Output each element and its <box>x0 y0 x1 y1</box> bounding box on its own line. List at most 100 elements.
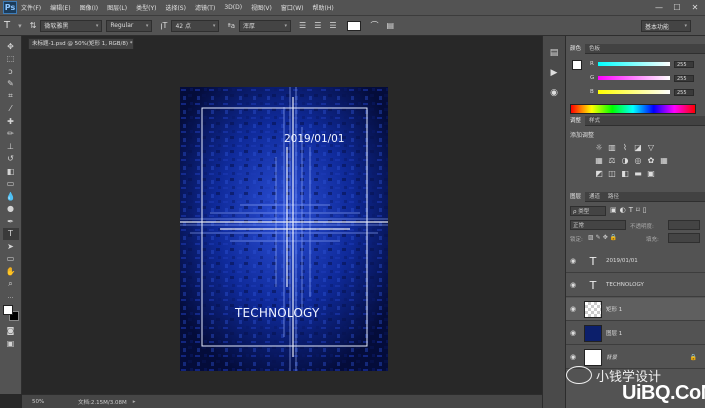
orientation-toggle-icon[interactable]: ⇅ <box>30 21 37 30</box>
align-left-icon[interactable]: ☰ <box>299 21 306 30</box>
text-tool-icon[interactable]: T <box>4 20 10 31</box>
tab-swatches[interactable]: 色板 <box>585 44 604 54</box>
dodge-tool-icon[interactable]: ● <box>3 203 19 216</box>
maximize-button[interactable]: ☐ <box>670 2 684 13</box>
dropdown-arrow-icon[interactable]: ▾ <box>18 22 22 30</box>
type-tool-icon[interactable]: T <box>2 227 19 240</box>
menu-view[interactable]: 视图(V) <box>251 3 272 12</box>
eyedropper-tool-icon[interactable]: ⁄ <box>3 103 19 116</box>
artboard[interactable]: 2019/01/01 TECHNOLOGY <box>180 87 388 371</box>
vibrance-icon[interactable]: ▽ <box>646 142 656 152</box>
rectangle-tool-icon[interactable]: ▭ <box>3 253 19 266</box>
pen-tool-icon[interactable]: ✒ <box>3 215 19 228</box>
healing-brush-tool-icon[interactable]: ✚ <box>3 115 19 128</box>
quick-select-tool-icon[interactable]: ✎ <box>3 78 19 91</box>
tab-adjustments[interactable]: 调整 <box>566 115 586 126</box>
zoom-tool-icon[interactable]: ⌕ <box>3 278 19 291</box>
green-slider-row[interactable]: G 255 <box>590 74 702 82</box>
layer-row[interactable]: ◉ 矩形 1 <box>566 298 705 321</box>
screen-mode-icon[interactable]: ▣ <box>3 337 19 350</box>
black-white-icon[interactable]: ◑ <box>620 155 630 165</box>
anti-alias-select[interactable]: 浑厚 ▾ <box>239 19 292 32</box>
layer-row[interactable]: ◉ 图层 1 <box>566 322 705 345</box>
menu-select[interactable]: 选择(S) <box>165 3 186 12</box>
red-value[interactable]: 255 <box>674 60 694 68</box>
channel-mixer-icon[interactable]: ✿ <box>646 155 656 165</box>
menu-window[interactable]: 窗口(W) <box>281 3 304 12</box>
color-balance-icon[interactable]: ⚖ <box>607 155 617 165</box>
menu-3d[interactable]: 3D(D) <box>224 4 242 11</box>
eraser-tool-icon[interactable]: ◧ <box>3 165 19 178</box>
visibility-eye-icon[interactable]: ◉ <box>566 329 580 337</box>
threshold-icon[interactable]: ◧ <box>620 168 630 178</box>
minimize-button[interactable]: — <box>652 2 666 13</box>
foreground-color-swatch[interactable] <box>2 304 13 315</box>
invert-icon[interactable]: ◩ <box>594 168 604 178</box>
close-button[interactable]: ✕ <box>688 2 702 13</box>
blur-tool-icon[interactable]: 💧 <box>3 190 19 203</box>
font-style-select[interactable]: Regular ▾ <box>106 19 153 32</box>
blend-mode-select[interactable]: 正常 <box>570 220 626 230</box>
actions-panel-icon[interactable]: ▶ <box>547 66 561 80</box>
green-value[interactable]: 255 <box>674 74 694 82</box>
color-spectrum[interactable] <box>570 104 696 114</box>
curves-icon[interactable]: ⌇ <box>620 142 630 152</box>
lock-icon[interactable]: 🔒 <box>690 354 697 361</box>
character-panel-icon[interactable]: ▤ <box>387 21 395 30</box>
fill-field[interactable] <box>668 233 700 243</box>
layer-filter-icons[interactable]: ▣◐T⌑▯ <box>610 206 649 214</box>
levels-icon[interactable]: ▥ <box>607 142 617 152</box>
gradient-map-icon[interactable]: ▬ <box>633 168 643 178</box>
clone-stamp-tool-icon[interactable]: ⊥ <box>3 140 19 153</box>
history-brush-tool-icon[interactable]: ↺ <box>3 153 19 166</box>
zoom-level[interactable]: 50% <box>32 399 62 405</box>
brightness-icon[interactable]: ☼ <box>594 142 604 152</box>
blue-slider-row[interactable]: B 255 <box>590 88 702 96</box>
green-slider[interactable] <box>598 76 670 80</box>
menu-help[interactable]: 帮助(H) <box>313 3 334 12</box>
menu-image[interactable]: 图像(I) <box>80 3 98 12</box>
workspace-select[interactable]: 基本功能 ▾ <box>641 20 691 32</box>
red-slider[interactable] <box>598 62 670 66</box>
more-tools-icon[interactable]: … <box>3 290 19 303</box>
layer-kind-filter[interactable]: ρ 类型 <box>570 206 606 216</box>
hand-tool-icon[interactable]: ✋ <box>3 265 19 278</box>
quick-mask-icon[interactable]: ◙ <box>3 325 19 338</box>
selective-color-icon[interactable]: ▣ <box>646 168 656 178</box>
color-lookup-icon[interactable]: ▦ <box>659 155 669 165</box>
document-tab[interactable]: 未标题-1.psd @ 50%(矩形 1, RGB/8) * <box>28 38 134 49</box>
path-selection-tool-icon[interactable]: ➤ <box>3 240 19 253</box>
visibility-eye-icon[interactable]: ◉ <box>566 353 580 361</box>
properties-panel-icon[interactable]: ◉ <box>547 86 561 100</box>
menu-type[interactable]: 类型(Y) <box>136 3 156 12</box>
visibility-eye-icon[interactable]: ◉ <box>566 281 580 289</box>
layer-row[interactable]: ◉ T 2019/01/01 <box>566 250 705 273</box>
text-color-swatch[interactable] <box>346 20 361 31</box>
posterize-icon[interactable]: ◫ <box>607 168 617 178</box>
lasso-tool-icon[interactable]: ↄ <box>3 65 19 78</box>
brush-tool-icon[interactable]: ✏ <box>3 128 19 141</box>
align-right-icon[interactable]: ☰ <box>329 21 336 30</box>
move-tool-icon[interactable]: ✥ <box>3 40 19 53</box>
exposure-icon[interactable]: ◪ <box>633 142 643 152</box>
opacity-field[interactable] <box>668 220 700 230</box>
visibility-eye-icon[interactable]: ◉ <box>566 257 580 265</box>
tab-color[interactable]: 颜色 <box>566 43 586 54</box>
tab-layers[interactable]: 图层 <box>566 191 586 202</box>
lock-icons[interactable]: ▨✎✥🔒 <box>588 234 619 241</box>
artboard-title-text[interactable]: TECHNOLOGY <box>235 306 319 320</box>
menu-file[interactable]: 文件(F) <box>21 3 41 12</box>
visibility-eye-icon[interactable]: ◉ <box>566 305 580 313</box>
photo-filter-icon[interactable]: ◎ <box>633 155 643 165</box>
hue-saturation-icon[interactable]: ▦ <box>594 155 604 165</box>
marquee-tool-icon[interactable]: ⬚ <box>3 53 19 66</box>
menu-layer[interactable]: 图层(L) <box>107 3 127 12</box>
tab-paths[interactable]: 路径 <box>604 192 623 202</box>
gradient-tool-icon[interactable]: ▭ <box>3 178 19 191</box>
artboard-date-text[interactable]: 2019/01/01 <box>284 133 345 145</box>
menu-filter[interactable]: 滤镜(T) <box>195 3 215 12</box>
warp-text-icon[interactable]: ⌒ <box>371 20 379 31</box>
chevron-right-icon[interactable]: ▸ <box>133 399 136 405</box>
blue-value[interactable]: 255 <box>674 88 694 96</box>
history-panel-icon[interactable]: ▤ <box>547 46 561 60</box>
